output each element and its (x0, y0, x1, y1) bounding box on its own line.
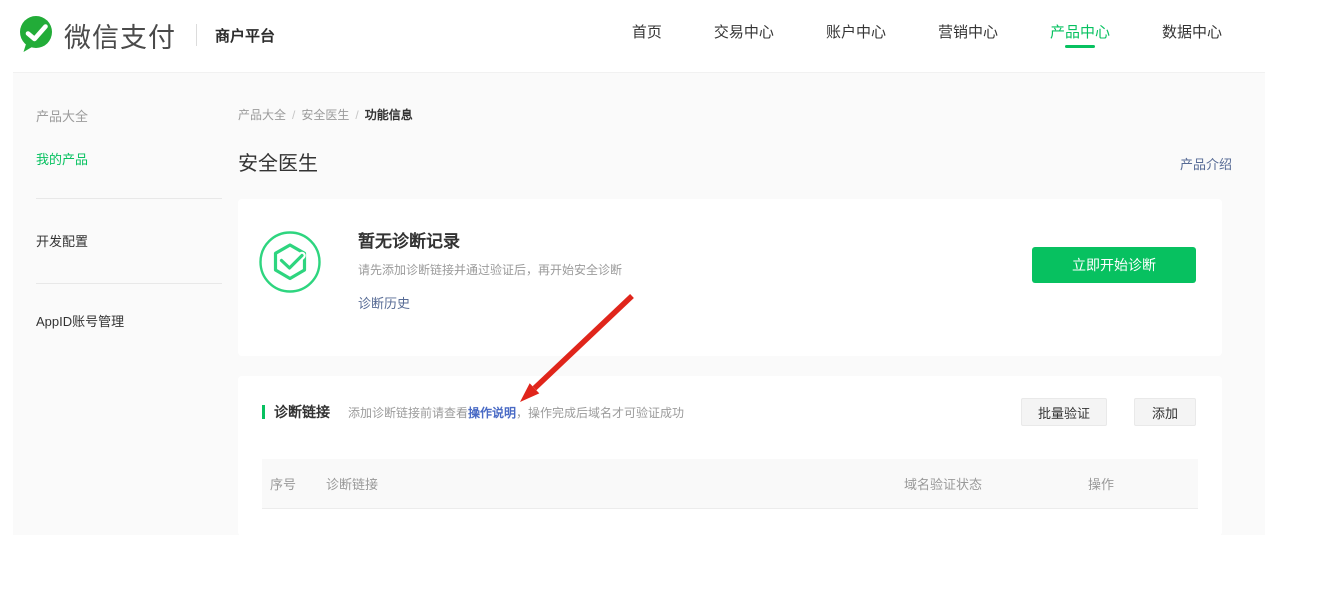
column-header-domain-status: 域名验证状态 (904, 474, 1080, 493)
section-header: 诊断链接 添加诊断链接前请查看操作说明，操作完成后域名才可验证成功 批量验证 添… (238, 398, 1222, 426)
wechat-pay-merchant-platform: 微信支付 商户平台 首页 交易中心 账户中心 营销中心 产品中心 数据中心 产品… (0, 0, 1323, 599)
logo-wordmark: 微信支付 (64, 16, 176, 55)
breadcrumb-security-doctor[interactable]: 安全医生 (301, 108, 349, 122)
sidebar-item-appid-account[interactable]: AppID账号管理 (36, 311, 124, 330)
shield-check-icon (258, 230, 322, 294)
add-link-button[interactable]: 添加 (1134, 398, 1196, 426)
nav-item-data-center[interactable]: 数据中心 (1162, 0, 1222, 72)
sidebar-item-dev-config[interactable]: 开发配置 (36, 231, 88, 250)
logo[interactable]: 微信支付 商户平台 (14, 12, 275, 58)
product-intro-link[interactable]: 产品介绍 (1180, 154, 1232, 173)
diagnosis-history-link[interactable]: 诊断历史 (358, 293, 410, 312)
nav-item-marketing-center[interactable]: 营销中心 (938, 0, 998, 72)
links-table-header: 序号 诊断链接 域名验证状态 操作 (262, 459, 1198, 509)
nav-item-transaction-center[interactable]: 交易中心 (714, 0, 774, 72)
column-header-action: 操作 (1080, 474, 1190, 493)
diagnosis-links-card: 诊断链接 添加诊断链接前请查看操作说明，操作完成后域名才可验证成功 批量验证 添… (238, 376, 1222, 536)
section-actions: 批量验证 添加 (1021, 398, 1196, 426)
nav-item-account-center[interactable]: 账户中心 (826, 0, 886, 72)
sidebar-item-my-products[interactable]: 我的产品 (36, 149, 88, 168)
column-header-link: 诊断链接 (326, 474, 904, 493)
sidebar-item-all-products[interactable]: 产品大全 (36, 106, 88, 125)
batch-verify-button[interactable]: 批量验证 (1021, 398, 1107, 426)
content-area: 产品大全 我的产品 开发配置 AppID账号管理 产品大全/安全医生/功能信息 … (13, 72, 1265, 535)
portal-label: 商户平台 (215, 25, 275, 46)
start-diagnosis-button[interactable]: 立即开始诊断 (1032, 247, 1196, 283)
breadcrumb-current: 功能信息 (365, 108, 413, 122)
section-tip: 添加诊断链接前请查看操作说明，操作完成后域名才可验证成功 (348, 404, 684, 421)
breadcrumb-all-products[interactable]: 产品大全 (238, 108, 286, 122)
top-header: 微信支付 商户平台 首页 交易中心 账户中心 营销中心 产品中心 数据中心 (0, 0, 1323, 72)
empty-state-title: 暂无诊断记录 (358, 227, 460, 252)
section-accent-bar (262, 405, 265, 419)
wechat-pay-logo-icon (14, 12, 58, 58)
column-header-index: 序号 (270, 474, 326, 493)
nav-item-product-center[interactable]: 产品中心 (1050, 0, 1110, 72)
sidebar-divider (36, 283, 222, 284)
section-title: 诊断链接 (274, 402, 330, 422)
logo-divider (196, 24, 197, 46)
tip-prefix: 添加诊断链接前请查看 (348, 406, 468, 420)
sidebar-divider (36, 198, 222, 199)
top-navigation: 首页 交易中心 账户中心 营销中心 产品中心 数据中心 (632, 0, 1222, 72)
empty-state-description: 请先添加诊断链接并通过验证后，再开始安全诊断 (358, 261, 622, 278)
operation-guide-link[interactable]: 操作说明 (468, 406, 516, 420)
empty-diagnosis-card: 暂无诊断记录 请先添加诊断链接并通过验证后，再开始安全诊断 诊断历史 立即开始诊… (238, 199, 1222, 356)
nav-item-home[interactable]: 首页 (632, 0, 662, 72)
breadcrumb: 产品大全 / 安全医生 / 功能信息 (238, 106, 413, 123)
tip-suffix: ，操作完成后域名才可验证成功 (516, 406, 684, 420)
page-title: 安全医生 (238, 147, 318, 176)
breadcrumb-separator: / (292, 108, 295, 122)
breadcrumb-separator: / (355, 108, 358, 122)
